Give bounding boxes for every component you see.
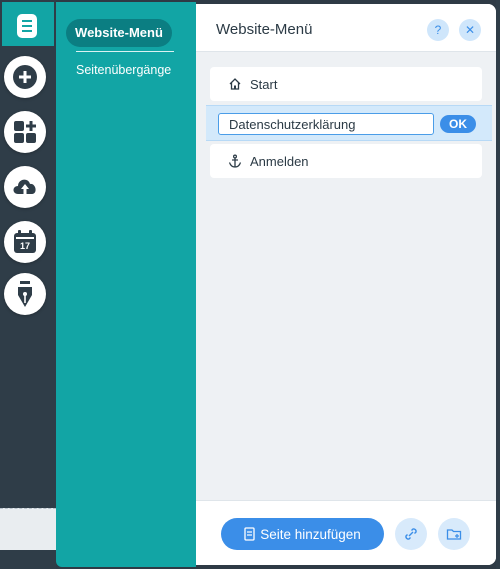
app-market-button[interactable] [4, 111, 46, 153]
left-toolbar: 17 [0, 0, 56, 569]
add-folder-button[interactable] [438, 518, 470, 550]
pen-icon [18, 281, 32, 307]
ok-button[interactable]: OK [440, 115, 476, 133]
add-page-button[interactable]: Seite hinzufügen [221, 518, 384, 550]
page-plus-icon [244, 527, 255, 541]
add-icon [13, 65, 37, 89]
page-label: Start [250, 76, 278, 92]
submenu-item-website-menu[interactable]: Website-Menü [66, 19, 172, 47]
submenu-item-transitions[interactable]: Seitenübergänge [76, 63, 171, 77]
upload-button[interactable] [4, 166, 46, 208]
close-button[interactable]: ✕ [459, 19, 481, 41]
panel-footer: Seite hinzufügen [196, 500, 496, 565]
window-edge [496, 0, 500, 569]
calendar-day: 17 [20, 241, 30, 251]
pages-icon [17, 14, 37, 38]
panel-header: Website-Menü ? ✕ [196, 4, 496, 52]
submenu-divider [76, 51, 174, 52]
app-market-icon [14, 121, 36, 143]
pages-submenu: Website-Menü Seitenübergänge [56, 2, 196, 567]
folder-icon [446, 529, 462, 540]
upload-icon [13, 179, 36, 196]
page-item-anmelden[interactable]: Anmelden [210, 144, 482, 178]
page-item-editing: OK [206, 105, 492, 141]
pages-tab[interactable] [2, 2, 54, 46]
help-button[interactable]: ? [427, 19, 449, 41]
home-icon [229, 78, 241, 90]
site-menu-panel: Website-Menü ? ✕ Start OK Anmelden [196, 4, 496, 565]
link-icon [405, 528, 417, 540]
blog-button[interactable] [4, 273, 46, 315]
add-link-button[interactable] [395, 518, 427, 550]
page-name-input[interactable] [218, 113, 434, 135]
page-item-start[interactable]: Start [210, 67, 482, 101]
page-label: Anmelden [250, 153, 309, 169]
add-page-label: Seite hinzufügen [260, 526, 361, 542]
bookings-button[interactable]: 17 [4, 221, 46, 263]
add-elements-button[interactable] [4, 56, 46, 98]
calendar-icon: 17 [14, 230, 36, 253]
panel-title: Website-Menü [216, 21, 313, 38]
anchor-icon [228, 154, 242, 168]
canvas-strip [0, 508, 56, 550]
